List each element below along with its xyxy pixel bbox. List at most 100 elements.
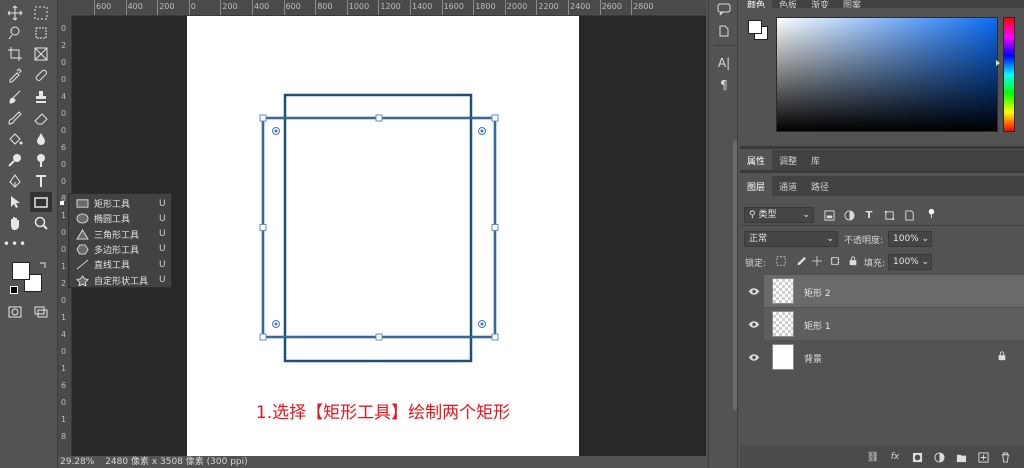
type-tool[interactable] xyxy=(30,171,52,191)
zoom-level[interactable]: 29.28% xyxy=(60,457,94,467)
transform-handle[interactable] xyxy=(491,114,499,122)
quick-mask-button[interactable] xyxy=(4,302,26,322)
filter-type-icon[interactable]: T xyxy=(862,208,876,222)
lock-position-icon[interactable] xyxy=(810,254,824,268)
visibility-eye-icon[interactable] xyxy=(748,287,760,299)
paragraph-panel-icon[interactable]: ¶ xyxy=(717,78,731,92)
marquee-tool[interactable] xyxy=(30,3,52,23)
tab-color-3[interactable]: 图案 xyxy=(836,0,868,9)
marquee-icon xyxy=(34,6,48,20)
ruler-tick-label: 2000 xyxy=(506,2,528,11)
canvas-drawing xyxy=(259,93,499,363)
filter-pixel-icon[interactable] xyxy=(822,208,836,222)
opacity-input[interactable]: 100% ⌄ xyxy=(888,231,932,247)
zoom-tool[interactable] xyxy=(30,213,52,233)
tab-layers-2[interactable]: 路径 xyxy=(804,176,836,196)
tab-layers-1[interactable]: 通道 xyxy=(772,176,804,196)
lock-brush-icon[interactable] xyxy=(794,254,808,268)
rectangle-shape-2[interactable] xyxy=(283,93,473,363)
lasso-tool[interactable] xyxy=(4,23,26,43)
zoom-burn-tool[interactable] xyxy=(30,150,52,170)
adjustment-layer-icon[interactable] xyxy=(932,450,946,464)
blur-tool[interactable] xyxy=(30,129,52,149)
brush-tool[interactable] xyxy=(4,87,26,107)
panel-foreground-swatch[interactable] xyxy=(748,20,762,34)
pen-tool[interactable] xyxy=(4,171,26,191)
hue-slider[interactable] xyxy=(1003,17,1015,132)
default-colors-icon[interactable] xyxy=(10,286,18,294)
visibility-eye-icon[interactable] xyxy=(748,320,760,332)
character-panel-icon[interactable]: A| xyxy=(717,56,731,70)
lock-all-icon[interactable] xyxy=(846,254,860,268)
horizontal-ruler: 600 400 200 0 200 400 600 800 1000 1200 1400 1600 18… xyxy=(72,0,706,16)
tab-properties-0[interactable]: 属性 xyxy=(740,150,773,170)
transform-handle[interactable] xyxy=(375,333,383,341)
move-tool[interactable] xyxy=(4,3,26,23)
transform-handle[interactable] xyxy=(259,224,267,231)
eraser-tool[interactable] xyxy=(30,108,52,128)
screen-mode-button[interactable] xyxy=(30,302,52,322)
dodge-tool[interactable] xyxy=(4,150,26,170)
lock-transparent-icon[interactable] xyxy=(774,254,788,268)
flyout-item-rectangle[interactable]: 矩形工具 U xyxy=(60,196,173,211)
transform-handle[interactable] xyxy=(375,114,383,122)
eyedropper-tool[interactable] xyxy=(4,65,26,85)
paint-bucket-tool[interactable] xyxy=(4,129,26,149)
frame-tool[interactable] xyxy=(30,44,52,64)
flyout-item-label: 三角形工具 xyxy=(94,230,140,241)
visibility-eye-icon[interactable] xyxy=(748,353,760,365)
new-group-icon[interactable] xyxy=(954,450,968,464)
blend-mode-select[interactable]: 正常 ⌄ xyxy=(744,231,838,247)
rectangle-tool[interactable] xyxy=(30,192,52,212)
transform-handle[interactable] xyxy=(491,224,499,231)
tab-color-2[interactable]: 渐变 xyxy=(804,0,836,9)
layer-style-icon[interactable]: fx xyxy=(888,450,902,464)
actions-panel-icon[interactable] xyxy=(717,24,731,38)
rectangle-shape-1[interactable] xyxy=(261,116,497,339)
lock-artboard-icon[interactable] xyxy=(828,254,842,268)
filter-shape-icon[interactable] xyxy=(882,208,896,222)
filter-adjustment-icon[interactable] xyxy=(842,208,856,222)
flyout-item-line[interactable]: 直线工具 U xyxy=(69,257,173,272)
document-canvas[interactable]: 1.选择【矩形工具】绘制两个矩形 xyxy=(187,16,579,456)
link-layers-icon[interactable]: ⛓ xyxy=(866,450,880,464)
new-layer-icon[interactable] xyxy=(976,450,990,464)
tab-layers-0[interactable]: 图层 xyxy=(740,176,773,196)
filter-smart-object-icon[interactable] xyxy=(902,208,916,222)
hand-tool[interactable] xyxy=(4,213,26,233)
layer-row-rect2[interactable]: 矩形 2 xyxy=(764,275,1024,307)
transform-handles[interactable] xyxy=(259,114,499,341)
delete-layer-icon[interactable] xyxy=(998,450,1012,464)
healing-tool[interactable] xyxy=(30,65,52,85)
path-select-tool[interactable] xyxy=(4,192,26,212)
swap-colors-icon[interactable] xyxy=(38,260,48,270)
transform-handle[interactable] xyxy=(491,333,499,341)
flyout-item-triangle[interactable]: 三角形工具 U xyxy=(69,227,173,242)
tab-properties-1[interactable]: 调整 xyxy=(772,150,804,170)
more-tools[interactable]: ••• xyxy=(3,234,26,254)
history-brush-tool[interactable] xyxy=(4,108,26,128)
tab-color-0[interactable]: 颜色 xyxy=(740,0,773,8)
tab-color-1[interactable]: 色板 xyxy=(772,0,804,9)
corner-radius-widgets[interactable] xyxy=(272,127,486,328)
crop-tool[interactable] xyxy=(4,44,26,64)
tab-properties-2[interactable]: 库 xyxy=(804,150,827,170)
transform-handle[interactable] xyxy=(259,114,267,122)
history-panel-icon[interactable] xyxy=(717,2,731,16)
flyout-item-ellipse[interactable]: 椭圆工具 U xyxy=(69,211,173,226)
flyout-item-custom-shape[interactable]: 自定形状工具 U xyxy=(69,273,173,288)
layer-row-background[interactable]: 背景 xyxy=(764,341,1024,373)
transform-handle[interactable] xyxy=(259,333,267,341)
workspace-scrollbar[interactable] xyxy=(733,140,737,410)
fill-input[interactable]: 100% ⌄ xyxy=(888,254,932,270)
flyout-item-polygon[interactable]: 多边形工具 U xyxy=(69,242,173,257)
color-picker-field[interactable] xyxy=(776,17,998,132)
layer-row-rect1[interactable]: 矩形 1 xyxy=(764,308,1024,340)
stamp-tool[interactable] xyxy=(30,87,52,107)
layer-filter-select[interactable]: ⚲ 类型 ⌄ xyxy=(744,207,814,223)
corner-radius-dot xyxy=(480,129,484,133)
hue-slider-pointer-icon xyxy=(996,60,1000,66)
object-select-tool[interactable] xyxy=(30,23,52,43)
layer-mask-icon[interactable] xyxy=(910,450,924,464)
filter-toggle-icon[interactable] xyxy=(924,206,938,220)
